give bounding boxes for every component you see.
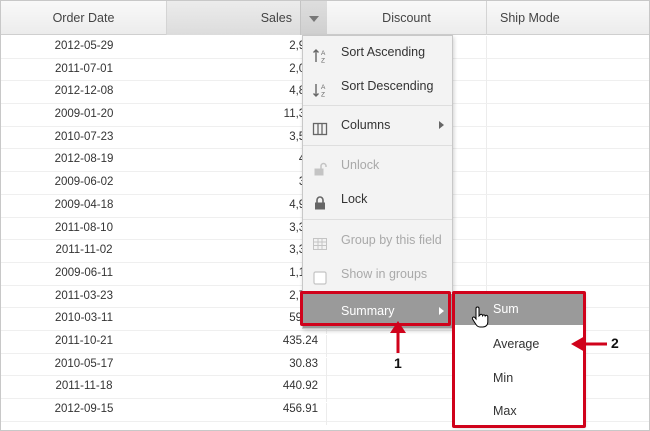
cell-order-date: 2012-09-15 [54, 403, 114, 415]
unlock-icon [312, 157, 328, 176]
cell-order-date: 2011-03-23 [55, 289, 113, 302]
svg-text:Z: Z [321, 92, 325, 99]
cell-order-date: 2009-04-18 [54, 198, 114, 211]
grid-header: Order Date Sales Discount Ship Mode [1, 1, 649, 35]
menu-item-lock[interactable]: Lock [303, 183, 452, 215]
menu-item-label: Unlock [341, 158, 380, 172]
chevron-right-icon [439, 121, 444, 129]
cell-order-date: 2012-08-19 [54, 153, 114, 166]
sort-ascending-icon: A Z [312, 44, 328, 65]
cell-order-date: 2011-11-18 [55, 380, 113, 393]
callout-number-2: 2 [611, 335, 619, 351]
column-header-discount[interactable]: Discount [327, 1, 487, 35]
menu-item-label: Sort Descending [341, 79, 434, 93]
cell-order-date: 2011-08-10 [55, 221, 113, 234]
menu-item-label: Columns [341, 118, 391, 132]
cell-order-date: 2009-06-11 [55, 266, 113, 279]
menu-item-show-in-groups: Show in groups [303, 258, 452, 290]
column-header-order-date[interactable]: Order Date [1, 1, 167, 35]
cell-order-date: 2009-06-02 [54, 176, 114, 189]
cell-order-date: 2010-07-23 [54, 130, 114, 143]
arrow-left-icon [571, 336, 607, 352]
menu-separator [303, 219, 452, 220]
grid-window: Order Date Sales Discount Ship Mode 2012… [0, 0, 650, 431]
highlight-box-submenu [452, 291, 586, 428]
columns-icon [312, 117, 328, 136]
menu-item-label: Group by this field [341, 233, 442, 247]
menu-separator [303, 145, 452, 146]
callout-number-1: 1 [394, 355, 402, 371]
menu-item-sort-descending[interactable]: A Z Sort Descending [303, 70, 452, 102]
cell-order-date: 2010-05-17 [54, 357, 114, 370]
cell-order-date: 2009-01-20 [54, 108, 114, 121]
highlight-box-summary [300, 291, 451, 326]
menu-item-label: Lock [341, 192, 368, 206]
cell-order-date: 2012-12-08 [54, 85, 114, 98]
checkbox-icon [312, 266, 328, 285]
menu-separator [303, 105, 452, 106]
cell-order-date: 2011-11-02 [55, 244, 113, 257]
group-icon [312, 232, 328, 250]
cell-order-date: 2011-07-01 [55, 62, 113, 75]
svg-text:Z: Z [321, 58, 325, 65]
svg-text:A: A [321, 50, 326, 57]
column-menu-trigger[interactable] [300, 1, 327, 35]
column-header-ship-mode[interactable]: Ship Mode [487, 1, 649, 35]
cell-order-date: 2010-03-11 [55, 312, 113, 325]
menu-item-label: Sort Ascending [341, 45, 426, 59]
menu-item-sort-ascending[interactable]: A Z Sort Ascending [303, 36, 452, 68]
lock-icon [312, 191, 328, 210]
cell-order-date: 2012-05-29 [54, 40, 114, 52]
chevron-down-icon [309, 16, 319, 22]
menu-item-unlock: Unlock [303, 149, 452, 181]
menu-item-group-by-field: Group by this field [303, 224, 452, 256]
menu-item-label: Show in groups [341, 267, 428, 281]
menu-item-columns[interactable]: Columns [303, 109, 452, 141]
sort-descending-icon: A Z [312, 78, 328, 99]
arrow-up-icon [390, 321, 406, 353]
column-menu: A Z Sort Ascending A Z Sort Descending C… [302, 35, 453, 329]
cell-order-date: 2011-10-21 [55, 334, 113, 347]
svg-text:A: A [321, 84, 326, 91]
cell-sales: 456.91 [167, 403, 327, 425]
